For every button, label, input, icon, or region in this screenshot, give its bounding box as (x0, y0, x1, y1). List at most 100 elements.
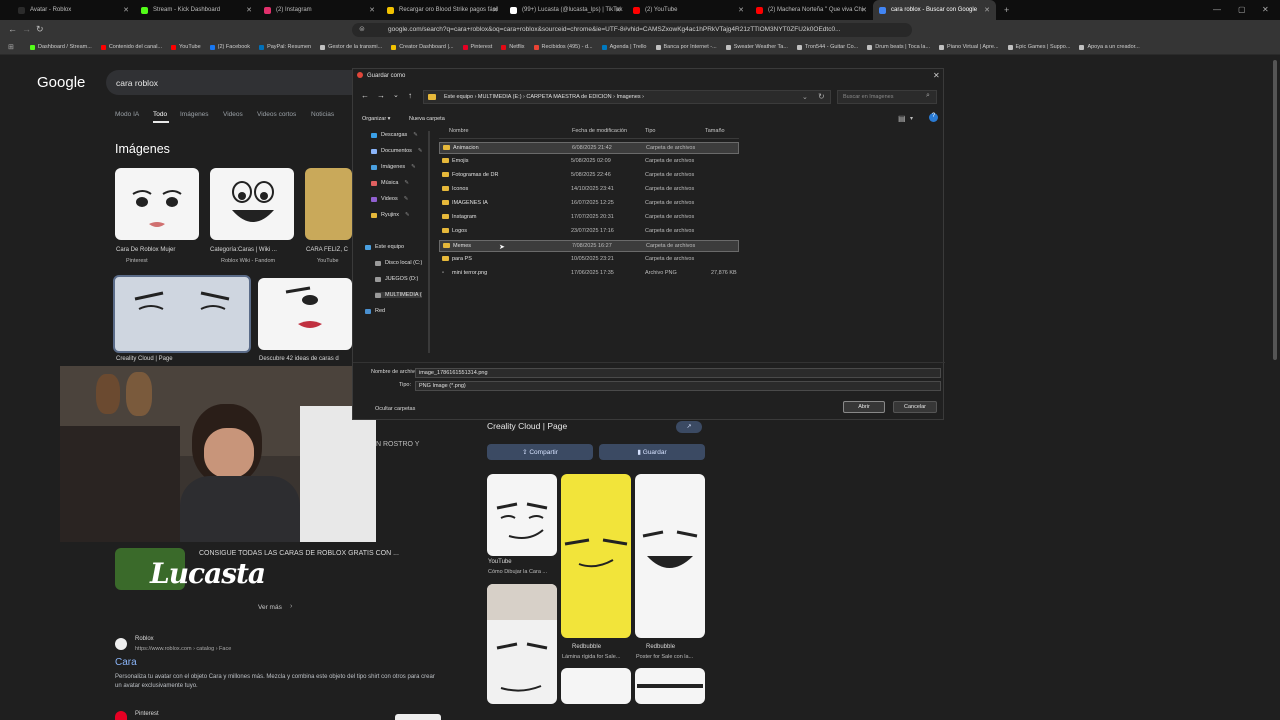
file-row[interactable]: Logos 23/07/2025 17:16 Carpeta de archivos (439, 226, 739, 238)
search-tab[interactable]: Imágenes (180, 111, 209, 118)
apps-icon[interactable]: ⊞ (8, 43, 14, 51)
nav-pane-item[interactable]: JUEGOS (D:) (375, 276, 418, 282)
file-row[interactable]: IMAGENES IA 16/07/2025 12:25 Carpeta de ar… (439, 198, 739, 210)
preview-image-5[interactable] (561, 668, 631, 704)
nav-pane-item[interactable]: Documentos ✎ (371, 148, 423, 154)
browser-tab[interactable]: cara roblox - Buscar con Google ✕ (873, 0, 996, 20)
tab-close-icon[interactable]: ✕ (615, 6, 621, 14)
nav-pane-item[interactable]: Imágenes ✎ (371, 164, 416, 170)
bookmark-item[interactable]: Epic Games | Suppo... (1007, 44, 1070, 50)
bookmark-item[interactable]: Creator Dashboard |... (391, 44, 454, 50)
result-caption-4[interactable]: Creality Cloud | Page (116, 356, 173, 362)
search-tab[interactable]: Modo IA (115, 111, 139, 118)
search-input[interactable]: cara roblox (106, 70, 366, 95)
reload-icon[interactable]: ↻ (36, 24, 44, 35)
google-logo[interactable]: Google (37, 74, 85, 91)
file-row[interactable]: Animacion 6/08/2025 21:42 Carpeta de archi… (439, 142, 739, 154)
result-image-4[interactable] (113, 275, 251, 353)
share-button[interactable]: ⇪ Compartir (487, 444, 593, 460)
file-row[interactable]: para PS 10/05/2025 23:21 Carpeta de archiv… (439, 254, 739, 266)
nav-pane-item[interactable]: Red (365, 308, 385, 314)
bookmark-item[interactable]: YouTube (171, 44, 201, 50)
file-row[interactable]: Memes 7/08/2025 16:27 Carpeta de archivos (439, 240, 739, 252)
tab-close-icon[interactable]: ✕ (984, 6, 990, 14)
preview-caption-2[interactable]: Lámina rígida for Sale... (562, 654, 620, 660)
preview-caption-1[interactable]: Cómo Dibujar la Cara ... (488, 569, 547, 575)
preview-image-3[interactable] (635, 474, 705, 638)
preview-image-6[interactable] (635, 668, 705, 704)
bookmark-item[interactable]: Netflix (501, 44, 525, 50)
preview-caption-3[interactable]: Poster for Sale con la... (636, 654, 693, 660)
preview-image-2[interactable] (561, 474, 631, 638)
close-window-button[interactable]: ✕ (1262, 5, 1269, 14)
browser-tab[interactable]: (99+) Lucasta (@lucasta_lps) | TikTok ✕ (504, 0, 627, 20)
file-row[interactable]: Fotogramas de DR 5/08/2025 22:46 Carpeta d… (439, 170, 739, 182)
result-image-3[interactable] (305, 168, 352, 240)
path-dropdown-icon[interactable]: ⌄ (802, 93, 808, 101)
preview-image-1[interactable] (487, 474, 557, 556)
forward-arrow-icon[interactable]: → (377, 91, 385, 100)
result-image-1[interactable] (115, 168, 199, 240)
save-button[interactable]: ▮ Guardar (599, 444, 705, 460)
bookmark-item[interactable]: Gestor de la transmi... (320, 44, 382, 50)
breadcrumb[interactable]: Este equipo › MULTIMEDIA (E:) › CARPETA … (423, 90, 831, 104)
preview-image-4[interactable] (487, 584, 557, 704)
filetype-select[interactable]: PNG Image (*.png) (415, 381, 941, 391)
new-tab-icon[interactable]: + (1004, 5, 1009, 15)
forward-icon[interactable]: → (22, 24, 31, 34)
browser-tab[interactable]: Stream - Kick Dashboard ✕ (135, 0, 258, 20)
col-name[interactable]: Nombre (449, 128, 469, 134)
search-tab[interactable]: Noticias (311, 111, 334, 118)
save-dialog-button[interactable]: Abrir (843, 401, 885, 413)
folder-search-input[interactable]: Buscar en Imagenes (837, 90, 937, 104)
browser-tab[interactable]: Recargar oro Blood Strike pagos fácil ✕ (381, 0, 504, 20)
result-caption-5[interactable]: Descubre 42 ideas de caras d (259, 356, 339, 362)
search-tab[interactable]: Todo (153, 111, 167, 118)
bookmark-item[interactable]: (2) Facebook (209, 44, 250, 50)
up-arrow-icon[interactable]: ↑ (408, 91, 412, 100)
back-icon[interactable]: ← (8, 24, 17, 34)
bookmark-item[interactable]: Piano Virtual | Apre... (939, 44, 999, 50)
search-tab[interactable]: Videos (223, 111, 243, 118)
tab-close-icon[interactable]: ✕ (123, 6, 129, 14)
new-folder-button[interactable]: Nueva carpeta (409, 116, 445, 122)
bookmark-item[interactable]: Contenido del canal... (100, 44, 162, 50)
cancel-dialog-button[interactable]: Cancelar (893, 401, 937, 413)
back-arrow-icon[interactable]: ← (361, 91, 369, 100)
organize-menu[interactable]: Organizar ▾ (362, 116, 390, 122)
file-row[interactable]: Instagram 17/07/2025 20:31 Carpeta de arch… (439, 212, 739, 224)
bookmark-item[interactable]: Drum beats | Toca la... (867, 44, 930, 50)
nav-pane-item[interactable]: MULTIMEDIA ( (375, 292, 422, 298)
result-caption-3[interactable]: CARA FELIZ, C (306, 247, 348, 253)
bookmark-item[interactable]: Apoya a un creador... (1079, 44, 1140, 50)
result-title-link[interactable]: Cara (115, 657, 137, 668)
nav-pane-item[interactable]: Este equipo (365, 244, 404, 250)
nav-pane-item[interactable]: Música ✎ (371, 180, 409, 186)
video-title[interactable]: CONSIGUE TODAS LAS CARAS DE ROBLOX GRATI… (199, 550, 399, 557)
col-date[interactable]: Fecha de modificación (572, 128, 627, 134)
nav-pane-item[interactable]: Disco local (C:) (375, 260, 422, 266)
bookmark-item[interactable]: Agenda | Trello (601, 44, 647, 50)
file-row[interactable]: ▫ mini terror.png 17/06/2025 17:35 Archivo … (439, 268, 739, 280)
bookmark-item[interactable]: Recibidos (495) - d... (533, 44, 593, 50)
view-options-icon[interactable]: ▤ (898, 114, 906, 123)
file-row[interactable]: Iconos 14/10/2025 23:41 Carpeta de archivo… (439, 184, 739, 196)
page-scrollbar[interactable] (1273, 60, 1277, 360)
minimize-button[interactable]: — (1213, 5, 1221, 14)
refresh-icon[interactable]: ↻ (818, 92, 825, 101)
help-icon[interactable]: ? (929, 113, 938, 122)
browser-tab[interactable]: (2) YouTube ✕ (627, 0, 750, 20)
result-image-5[interactable] (258, 278, 352, 350)
bookmark-item[interactable]: Sweater Weather Ta... (725, 44, 788, 50)
nav-pane-item[interactable]: Videos ✎ (371, 196, 408, 202)
bookmark-item[interactable]: Dashboard / Stream... (30, 44, 92, 50)
tab-close-icon[interactable]: ✕ (738, 6, 744, 14)
file-row[interactable]: Emojis 5/08/2025 02:09 Carpeta de archivos (439, 156, 739, 168)
result-caption-2[interactable]: Categoría:Caras | Wiki ... (210, 247, 277, 253)
search-tab[interactable]: Videos cortos (257, 111, 296, 118)
bookmark-item[interactable]: Banca por Internet -... (655, 44, 717, 50)
maximize-button[interactable]: ▢ (1238, 5, 1246, 14)
history-dropdown-icon[interactable]: ⌄ (393, 91, 399, 99)
nav-pane-item[interactable]: Ryujinx ✎ (371, 212, 410, 218)
tab-close-icon[interactable]: ✕ (492, 6, 498, 14)
